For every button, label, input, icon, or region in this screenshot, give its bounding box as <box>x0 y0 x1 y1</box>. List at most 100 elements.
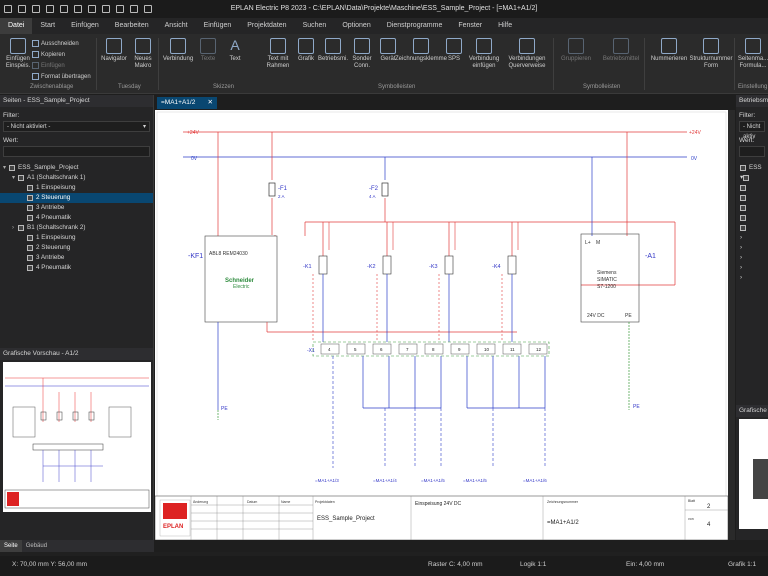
relay-coil[interactable] <box>444 255 454 275</box>
close-icon[interactable]: ✕ <box>208 97 213 109</box>
menu-item-ansicht[interactable]: Ansicht <box>157 18 196 34</box>
cut-button[interactable]: Ausschneiden <box>32 40 79 47</box>
page-icon <box>9 165 15 171</box>
page-tree-item[interactable]: › B1 (Schaltschrank 2) <box>0 223 153 233</box>
special-connection-button[interactable]: Sonder Conn. <box>348 38 376 70</box>
device-tree-item[interactable] <box>736 203 768 213</box>
device-tree-item[interactable] <box>736 183 768 193</box>
copy-button[interactable]: Kopieren <box>32 51 65 58</box>
page-tree-item[interactable]: ▾ A1 (Schaltschrank 1) <box>0 173 153 183</box>
plc-name-2: SIMATIC <box>597 277 617 283</box>
cross-reference-button[interactable]: Verbindungen Querverweise <box>503 38 551 70</box>
vertical-scrollbar[interactable] <box>728 110 735 540</box>
page-tree-item[interactable]: 4 Pneumatik <box>0 263 153 273</box>
page-tree-item[interactable]: 1 Einspeisung <box>0 183 153 193</box>
structure-button[interactable]: Strukturnummer Form <box>690 38 733 70</box>
tb-page-desc: Einspeisung 24V DC <box>415 501 462 507</box>
tab-pages[interactable]: Seite <box>0 540 22 552</box>
menu-item-hilfe[interactable]: Hilfe <box>490 18 520 34</box>
rail-24v-label-right: +24V <box>689 130 701 136</box>
device-tree-item[interactable]: ESS <box>736 163 768 173</box>
device-tree-item[interactable]: › <box>736 273 768 283</box>
filter-select[interactable]: - Nicht aktiviert - ▾ <box>3 121 150 132</box>
page-tree-item[interactable]: ▾ ESS_Sample_Project <box>0 163 153 173</box>
menu-item-datei[interactable]: Datei <box>0 18 33 34</box>
new-macro-button[interactable]: Neues Makro <box>127 38 159 70</box>
device-tree-item[interactable]: › <box>736 243 768 253</box>
text-frame-button[interactable]: Text mit Rahmen <box>262 38 294 70</box>
numbering-button[interactable]: Nummerieren <box>648 38 690 63</box>
menu-item-bearbeiten[interactable]: Bearbeiten <box>107 18 157 34</box>
terminal-number: 10 <box>484 347 490 352</box>
right-value-input[interactable] <box>739 146 765 157</box>
schematic-sheet[interactable]: +24V +24V 0V 0V -F1 2 A -F2 4 A -KF1 ABL… <box>154 110 729 541</box>
rail-0v-label-right: 0V <box>691 156 698 162</box>
page-format-button[interactable]: Seitenma... Formula... <box>736 38 768 70</box>
tb-date-label: Datum <box>247 500 257 504</box>
menu-item-optionen[interactable]: Optionen <box>334 18 378 34</box>
page-tree-item[interactable]: 3 Antriebe <box>0 253 153 263</box>
page-tree-item[interactable]: 4 Pneumatik <box>0 213 153 223</box>
page-tree-item[interactable]: 1 Einspeisung <box>0 233 153 243</box>
status-input[interactable]: Ein: 4,00 mm <box>626 561 664 568</box>
relay-coil[interactable] <box>318 255 328 275</box>
tb-name-label: Name <box>281 500 290 504</box>
device-tree-item[interactable] <box>736 223 768 233</box>
page-tree-item[interactable]: 2 Steuerung <box>0 193 153 203</box>
device-tree-item[interactable]: › <box>736 253 768 263</box>
graphic-button[interactable]: Grafik <box>292 38 320 63</box>
cross-reference[interactable]: =MA1+A1/5 <box>463 478 487 483</box>
value-label: Wert: <box>3 137 19 144</box>
paste-button[interactable]: Einfügen Einspeis. <box>2 38 34 70</box>
cross-reference[interactable]: =MA1+A1/4 <box>373 478 397 483</box>
device-tree-item[interactable]: ▾ <box>736 173 768 183</box>
plc-pe-label: PE <box>625 313 632 319</box>
relay-coil[interactable] <box>507 255 517 275</box>
device-tree-item[interactable]: › <box>736 233 768 243</box>
device-tree-item[interactable] <box>736 213 768 223</box>
status-logic[interactable]: Logik 1:1 <box>520 561 546 568</box>
menu-item-suchen[interactable]: Suchen <box>295 18 335 34</box>
format-painter-button[interactable]: Format übertragen <box>32 73 91 80</box>
relay-model-label: ABL8 REM24030 <box>209 251 248 257</box>
cross-reference[interactable]: =MA1+A1/5 <box>421 478 445 483</box>
group-settings: Einstellung <box>738 84 768 90</box>
device-button[interactable]: Betriebsmi. <box>318 38 348 63</box>
value-input[interactable] <box>3 146 150 157</box>
menu-item-start[interactable]: Start <box>32 18 63 34</box>
page-icon <box>27 235 33 241</box>
page-icon <box>27 255 33 261</box>
menu-item-dienstprogramme[interactable]: Dienstprogramme <box>379 18 451 34</box>
device-tree-item[interactable]: › <box>736 263 768 273</box>
insert-connection-button[interactable]: Verbindung einfügen <box>466 38 502 70</box>
rail-24v-label: +24V <box>187 130 199 136</box>
status-raster[interactable]: Raster C: 4,00 mm <box>428 561 483 568</box>
relay-coil[interactable] <box>382 255 392 275</box>
plc-button[interactable]: SPS <box>443 38 465 63</box>
cross-reference[interactable]: =MA1+A1/6 <box>523 478 547 483</box>
right-preview-thumbnail <box>739 419 768 529</box>
paste-small-button[interactable]: Einfügen <box>32 62 65 69</box>
menu-item-projektdaten[interactable]: Projektdaten <box>239 18 294 34</box>
drawing-terminal-button[interactable]: Zeichnungsklemme <box>395 38 447 63</box>
page-tree-item[interactable]: 3 Antriebe <box>0 203 153 213</box>
fuse-f2-rating: 4 A <box>369 194 376 199</box>
cross-reference[interactable]: =MA1+A1/3 <box>315 478 339 483</box>
text-button[interactable]: A Text <box>221 38 249 63</box>
right-filter-label: Filter: <box>739 112 756 119</box>
menu-item-fenster[interactable]: Fenster <box>450 18 490 34</box>
document-tab[interactable]: =MA1+A1/2 ✕ <box>157 97 217 109</box>
right-panel-title: Betriebsmittel <box>736 95 768 107</box>
page-tree-item[interactable]: 2 Steuerung <box>0 243 153 253</box>
navigator-button[interactable]: Navigator <box>98 38 130 63</box>
menu-item-einf-gen[interactable]: Einfügen <box>196 18 240 34</box>
tab-building[interactable]: Gebäud <box>22 540 51 552</box>
device-tree-item[interactable] <box>736 193 768 203</box>
menu-item-einf-gen[interactable]: Einfügen <box>63 18 107 34</box>
connection-point-button[interactable]: Texte <box>195 38 221 63</box>
right-filter-select[interactable]: - Nicht aktiv <box>739 121 765 140</box>
status-graphic[interactable]: Grafik 1:1 <box>728 561 756 568</box>
connection-button[interactable]: Verbindung <box>160 38 196 63</box>
page-icon <box>18 225 24 231</box>
tb-project-value: ESS_Sample_Project <box>317 516 375 522</box>
